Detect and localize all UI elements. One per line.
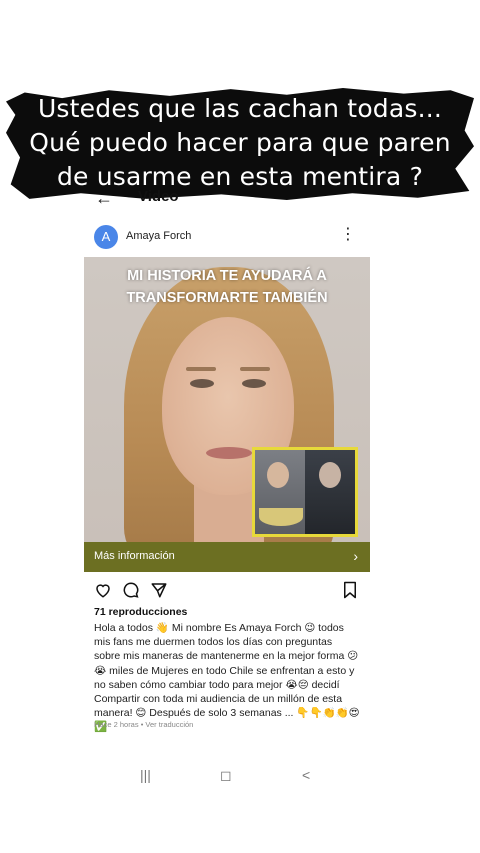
overlay-line: MI HISTORIA TE AYUDARÁ A — [127, 268, 327, 284]
avatar[interactable]: A — [94, 225, 118, 249]
more-info-button[interactable]: Más información › — [84, 542, 370, 572]
bookmark-icon[interactable] — [342, 581, 358, 599]
system-navbar: ||| ◻ < — [84, 767, 370, 787]
cta-label: Más información — [94, 550, 175, 562]
post-actions — [94, 581, 360, 601]
eye-shape — [190, 379, 214, 388]
post-header: A Amaya Forch ⋮ — [94, 225, 360, 249]
view-count: 71 reproducciones — [94, 606, 188, 618]
eye-shape — [242, 379, 266, 388]
more-vertical-icon[interactable]: ⋮ — [340, 227, 356, 243]
caption-line: Ustedes que las cachan todas... — [37, 94, 443, 123]
heart-icon[interactable] — [94, 581, 112, 599]
post-card: A Amaya Forch ⋮ MI HISTORIA TE AYUDARÁ A… — [84, 215, 370, 795]
comment-icon[interactable] — [122, 581, 140, 599]
brow-shape — [186, 367, 216, 371]
back-icon[interactable]: < — [302, 767, 310, 783]
inset-bowl — [259, 508, 303, 526]
post-media[interactable]: MI HISTORIA TE AYUDARÁ A TRANSFORMARTE T… — [84, 257, 370, 542]
recent-apps-icon[interactable]: ||| — [140, 767, 151, 783]
inset-photo — [252, 447, 358, 537]
inset-head — [267, 462, 289, 488]
overlay-line: TRANSFORMARTE TAMBIÉN — [126, 290, 328, 306]
caption-text: Ustedes que las cachan todas... Qué pued… — [0, 92, 480, 194]
caption-line: Qué puedo hacer para que paren — [29, 128, 451, 157]
send-icon[interactable] — [150, 581, 168, 599]
username[interactable]: Amaya Forch — [126, 230, 191, 242]
chevron-right-icon: › — [353, 548, 358, 564]
mouth-shape — [206, 447, 252, 459]
home-icon[interactable]: ◻ — [220, 767, 232, 784]
inset-head — [319, 462, 341, 488]
post-meta[interactable]: Hace 2 horas • Ver traducción — [94, 720, 193, 729]
caption-line: de usarme en esta mentira ? — [56, 162, 424, 191]
media-overlay-text: MI HISTORIA TE AYUDARÁ A TRANSFORMARTE T… — [84, 265, 370, 309]
brow-shape — [240, 367, 270, 371]
post-description: Hola a todos 👋 Mi nombre Es Amaya Forch … — [94, 622, 360, 734]
